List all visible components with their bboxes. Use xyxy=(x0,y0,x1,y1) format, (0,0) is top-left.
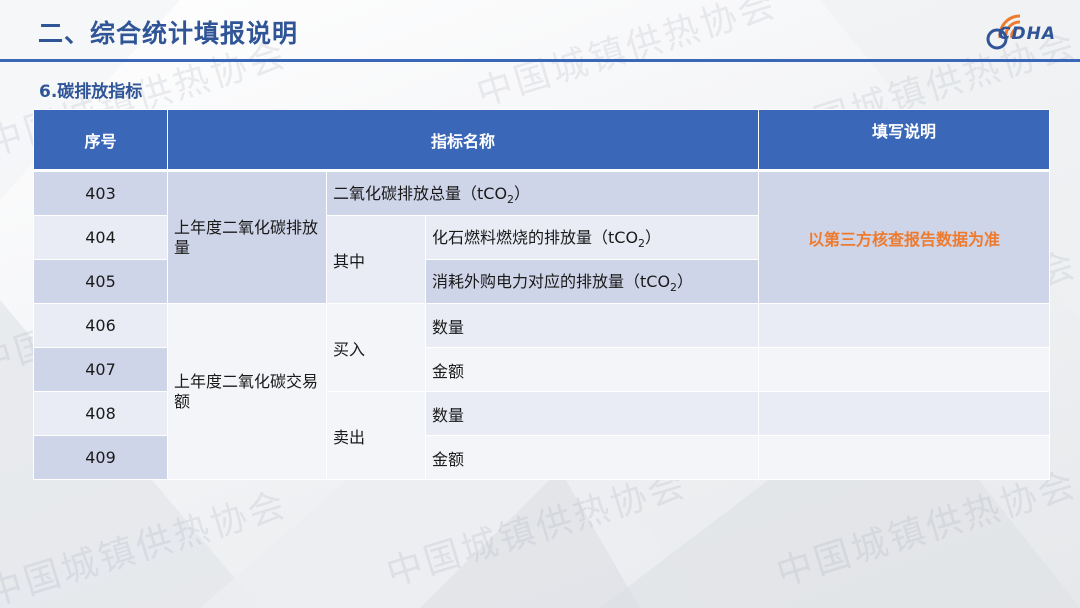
subscript: 2 xyxy=(670,281,678,295)
section-title: 6.碳排放指标 xyxy=(39,82,143,102)
sub-category-cell: 卖出 xyxy=(326,391,426,480)
page-title: 二、综合统计填报说明 xyxy=(38,19,299,48)
row-number: 403 xyxy=(33,169,168,216)
table-row: 406 上年度二氧化碳交易额 买入 数量 xyxy=(33,303,1050,480)
row-number: 405 xyxy=(33,259,168,304)
indicator-label: 二氧化碳排放总量（tCO xyxy=(333,184,508,204)
page-header: 二、综合统计填报说明 CDHA xyxy=(0,0,1080,62)
indicator-cell: 金额 xyxy=(425,435,759,480)
category-cell: 上年度二氧化碳交易额 xyxy=(167,303,327,480)
table-header-row: 序号 指标名称 填写说明 xyxy=(33,109,1050,171)
unit-tail: ） xyxy=(677,272,694,292)
row-number: 406 xyxy=(33,303,168,348)
note-cell: 以第三方核查报告数据为准 xyxy=(758,169,1050,304)
header-desc: 填写说明 xyxy=(758,109,1050,171)
indicator-cell: 数量 xyxy=(425,391,759,436)
subscript: 2 xyxy=(507,193,515,207)
sub-category-cell: 买入 xyxy=(326,303,426,392)
unit-tail: ） xyxy=(645,228,662,248)
indicator-cell: 数量 xyxy=(425,303,759,348)
indicator-cell: 化石燃料燃烧的排放量（tCO2） xyxy=(425,215,759,260)
category-cell: 上年度二氧化碳排放量 xyxy=(167,169,327,304)
table-row: 403 上年度二氧化碳排放量 二氧化碳排放总量（tCO2） 以第三方核查报告数据… xyxy=(33,169,1050,304)
indicator-table-wrapper: 序号 指标名称 填写说明 403 上年度二氧化碳排放量 二氧化碳排放总量（tCO… xyxy=(33,109,1050,480)
note-cell xyxy=(758,391,1050,436)
indicator-cell: 金额 xyxy=(425,347,759,392)
unit-tail: ） xyxy=(514,184,531,204)
note-cell xyxy=(758,435,1050,480)
note-cell xyxy=(758,303,1050,348)
row-number: 407 xyxy=(33,347,168,392)
indicator-cell: 二氧化碳排放总量（tCO2） xyxy=(326,169,759,216)
note-cell xyxy=(758,347,1050,392)
row-number: 408 xyxy=(33,391,168,436)
indicator-label: 化石燃料燃烧的排放量（tCO xyxy=(432,228,639,248)
title-divider xyxy=(0,59,1080,62)
indicator-label: 消耗外购电力对应的排放量（tCO xyxy=(432,272,671,292)
indicator-cell: 消耗外购电力对应的排放量（tCO2） xyxy=(425,259,759,304)
row-number: 404 xyxy=(33,215,168,260)
header-no: 序号 xyxy=(33,109,168,171)
logo-text: CDHA xyxy=(998,24,1056,44)
row-number: 409 xyxy=(33,435,168,480)
indicator-table: 序号 指标名称 填写说明 403 上年度二氧化碳排放量 二氧化碳排放总量（tCO… xyxy=(33,109,1050,480)
sub-category-cell: 其中 xyxy=(326,215,426,304)
header-name: 指标名称 xyxy=(167,109,759,171)
subscript: 2 xyxy=(638,237,646,251)
